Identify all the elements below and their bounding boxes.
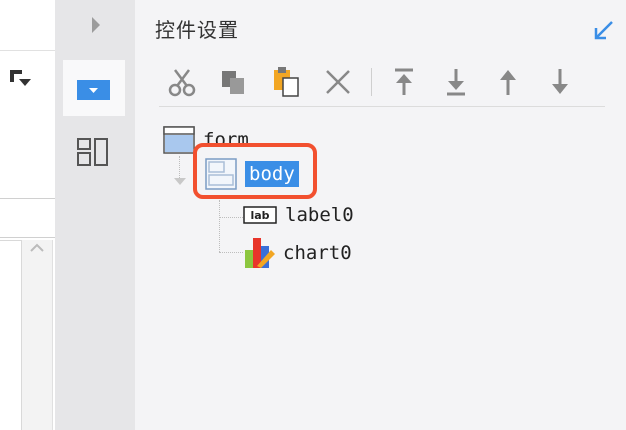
highlight-annotation (193, 143, 317, 199)
tree-node-label: chart0 (283, 242, 352, 264)
left-scrollbar[interactable] (22, 240, 53, 430)
tree-connector (219, 200, 220, 252)
left-list[interactable] (0, 240, 22, 430)
tree-node-label: label0 (285, 204, 354, 226)
chart-widget-icon (245, 238, 275, 268)
paste-icon[interactable] (269, 66, 303, 98)
toolbar-separator (371, 68, 372, 96)
left-panel (0, 0, 152, 430)
widget-sidebar (55, 0, 135, 430)
layout-widget-icon[interactable] (77, 138, 109, 166)
arrow-top-icon[interactable] (387, 66, 421, 98)
arrow-down-icon[interactable] (543, 66, 577, 98)
tree-connector (219, 217, 243, 218)
control-settings-panel: 控件设置 form body lab label0 chart0 (135, 0, 626, 430)
panel-title: 控件设置 (155, 18, 239, 42)
left-panel-divider (0, 50, 55, 51)
collapse-arrow-icon[interactable] (173, 172, 187, 191)
arrow-up-icon[interactable] (491, 66, 525, 98)
toolbar (159, 60, 605, 107)
collapse-icon[interactable] (593, 20, 615, 40)
form-icon (163, 126, 195, 154)
label-widget-icon: lab (243, 206, 277, 224)
copy-icon[interactable] (217, 66, 251, 98)
scissors-icon[interactable] (165, 66, 199, 98)
left-panel-header (0, 0, 55, 50)
tree-connector (219, 252, 243, 253)
svg-text:lab: lab (250, 209, 269, 222)
format-dropdown-icon[interactable] (8, 66, 32, 92)
close-icon[interactable] (321, 66, 355, 98)
tree-node-label0[interactable]: lab label0 (243, 204, 354, 226)
scroll-up-icon[interactable] (30, 238, 44, 252)
arrow-bottom-icon[interactable] (439, 66, 473, 98)
expand-arrow-icon[interactable] (91, 16, 101, 38)
tree-node-chart0[interactable]: chart0 (243, 236, 352, 270)
dropdown-widget-icon[interactable] (77, 80, 110, 100)
